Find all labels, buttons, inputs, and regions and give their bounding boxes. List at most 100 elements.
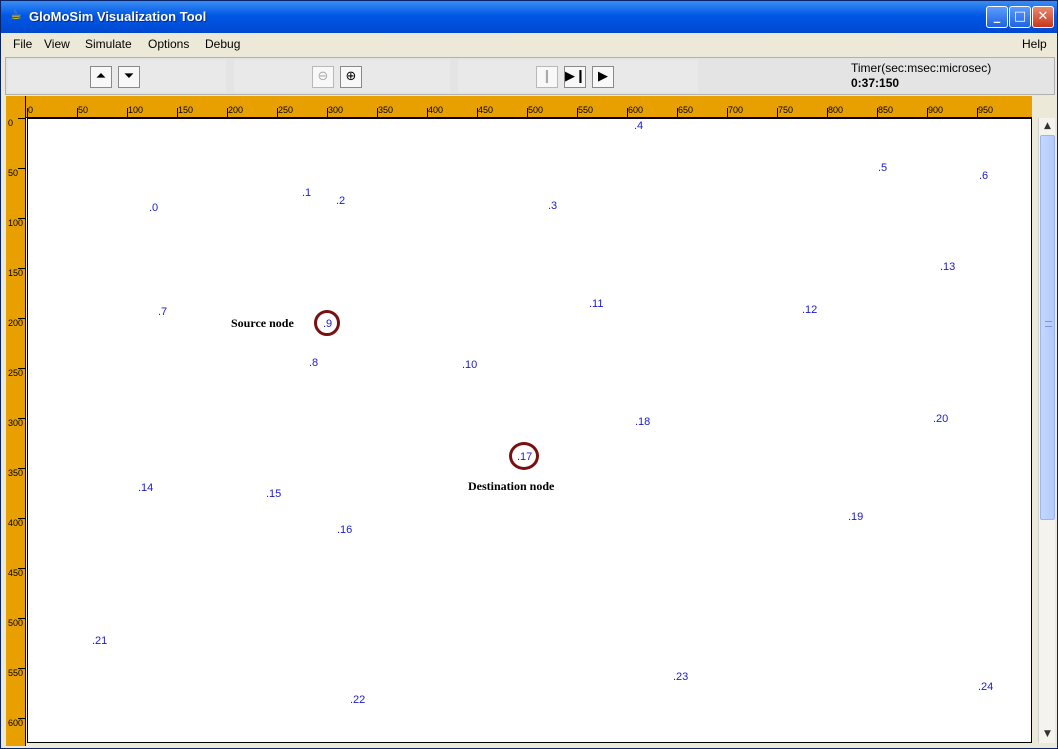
node-23[interactable]: .23 — [673, 671, 688, 683]
menu-simulate[interactable]: Simulate — [85, 37, 132, 51]
node-21[interactable]: .21 — [92, 635, 107, 647]
menu-help[interactable]: Help — [1022, 37, 1047, 51]
node-22[interactable]: .22 — [350, 694, 365, 706]
node-20[interactable]: .20 — [933, 413, 948, 425]
y-tick-label: 0 — [8, 118, 14, 128]
x-tick-label: 300 — [328, 105, 344, 115]
x-tick-mark — [77, 108, 78, 118]
window-title: GloMoSim Visualization Tool — [29, 9, 207, 24]
y-tick-label: 450 — [8, 568, 24, 578]
double-up-arrow-icon: ⏶ — [95, 69, 107, 84]
move-up-button[interactable]: ⏶ — [90, 66, 112, 88]
maximize-button[interactable]: □ — [1009, 6, 1031, 28]
x-tick-mark — [427, 108, 428, 118]
step-button[interactable]: ▶❙ — [564, 66, 586, 88]
menu-view[interactable]: View — [44, 37, 70, 51]
x-tick-label: 950 — [978, 105, 994, 115]
play-button[interactable]: ▶ — [592, 66, 614, 88]
x-tick-mark — [627, 108, 628, 118]
y-tick-label: 150 — [8, 268, 24, 278]
java-cup-icon: ☕ — [10, 8, 22, 23]
toolbar: ⏶ ⏷ ⊖ ⊕ ❙ ▶❙ ▶ Timer(sec:msec:microsec) … — [5, 57, 1055, 95]
x-tick-label: 0 — [28, 105, 34, 115]
y-tick-mark — [18, 168, 26, 169]
y-tick-mark — [18, 468, 26, 469]
node-19[interactable]: .19 — [848, 511, 863, 523]
pause-button[interactable]: ❙ — [536, 66, 558, 88]
node-1[interactable]: .1 — [302, 187, 311, 199]
node-0[interactable]: .0 — [149, 202, 158, 214]
node-12[interactable]: .12 — [802, 304, 817, 316]
vertical-ruler: 0 50 100 150 200 250 300 350 400 450 500 550 600 — [6, 96, 26, 746]
zoom-out-icon: ⊖ — [317, 69, 329, 84]
toolbar-group-playback: ❙ ▶❙ ▶ — [458, 60, 698, 92]
node-17[interactable]: .17 — [517, 451, 532, 463]
play-icon: ▶ — [598, 69, 608, 84]
simulation-canvas-area: 0 50 100 150 200 250 300 350 400 450 500 550 600 650 7… — [6, 96, 1056, 746]
x-tick-mark — [577, 108, 578, 118]
timer-label: Timer(sec:msec:microsec) — [851, 61, 992, 75]
node-24[interactable]: .24 — [978, 681, 993, 693]
node-4[interactable]: .4 — [634, 120, 643, 132]
zoom-out-button[interactable]: ⊖ — [312, 66, 334, 88]
node-6[interactable]: .6 — [979, 170, 988, 182]
y-tick-label: 400 — [8, 518, 24, 528]
y-tick-label: 250 — [8, 368, 24, 378]
y-tick-mark — [18, 118, 26, 119]
move-down-button[interactable]: ⏷ — [118, 66, 140, 88]
x-tick-mark — [377, 108, 378, 118]
scroll-up-arrow-icon[interactable]: ▲ — [1039, 118, 1056, 135]
topology-canvas[interactable]: Source node Destination node .0 .1 .2 .3 .4.… — [27, 118, 1032, 743]
y-tick-mark — [18, 218, 26, 219]
grip-icon — [1045, 321, 1052, 327]
node-13[interactable]: .13 — [940, 261, 955, 273]
node-2[interactable]: .2 — [336, 195, 345, 207]
node-15[interactable]: .15 — [266, 488, 281, 500]
node-10[interactable]: .10 — [462, 359, 477, 371]
x-tick-label: 150 — [178, 105, 194, 115]
minimize-button[interactable]: _ — [986, 6, 1008, 28]
node-14[interactable]: .14 — [138, 482, 153, 494]
x-tick-mark — [777, 108, 778, 118]
node-3[interactable]: .3 — [548, 200, 557, 212]
x-tick-label: 100 — [128, 105, 144, 115]
scroll-down-arrow-icon[interactable]: ▼ — [1039, 726, 1056, 743]
menu-debug[interactable]: Debug — [205, 37, 240, 51]
scroll-thumb[interactable] — [1040, 135, 1055, 520]
x-tick-mark — [927, 108, 928, 118]
y-tick-mark — [18, 368, 26, 369]
x-tick-label: 350 — [378, 105, 394, 115]
node-5[interactable]: .5 — [878, 162, 887, 174]
menu-options[interactable]: Options — [148, 37, 189, 51]
node-16[interactable]: .16 — [337, 524, 352, 536]
vertical-scrollbar[interactable]: ▲ ▼ — [1038, 118, 1055, 743]
app-window: ☕ GloMoSim Visualization Tool _ □ ✕ File… — [0, 0, 1058, 749]
node-9[interactable]: .9 — [323, 318, 332, 330]
y-tick-mark — [18, 618, 26, 619]
toolbar-group-scroll: ⏶ ⏷ — [8, 60, 226, 92]
zoom-in-button[interactable]: ⊕ — [340, 66, 362, 88]
y-tick-label: 100 — [8, 218, 24, 228]
x-tick-label: 700 — [728, 105, 744, 115]
menu-file[interactable]: File — [13, 37, 32, 51]
x-tick-mark — [27, 108, 28, 118]
timer-display: Timer(sec:msec:microsec) 0:37:150 — [851, 61, 991, 91]
close-button[interactable]: ✕ — [1032, 6, 1054, 28]
node-8[interactable]: .8 — [309, 357, 318, 369]
pause-icon: ❙ — [541, 69, 553, 84]
x-tick-mark — [677, 108, 678, 118]
source-node-label: Source node — [231, 316, 294, 330]
title-bar[interactable]: ☕ GloMoSim Visualization Tool _ □ ✕ — [1, 1, 1057, 33]
node-7[interactable]: .7 — [158, 306, 167, 318]
x-tick-label: 800 — [828, 105, 844, 115]
node-18[interactable]: .18 — [635, 416, 650, 428]
y-tick-mark — [18, 568, 26, 569]
step-forward-icon: ▶❙ — [565, 69, 586, 84]
y-tick-mark — [18, 418, 26, 419]
x-tick-mark — [477, 108, 478, 118]
node-11[interactable]: .11 — [589, 298, 603, 310]
y-tick-label: 500 — [8, 618, 24, 628]
x-tick-label: 450 — [478, 105, 494, 115]
x-tick-mark — [727, 108, 728, 118]
x-tick-label: 200 — [228, 105, 244, 115]
